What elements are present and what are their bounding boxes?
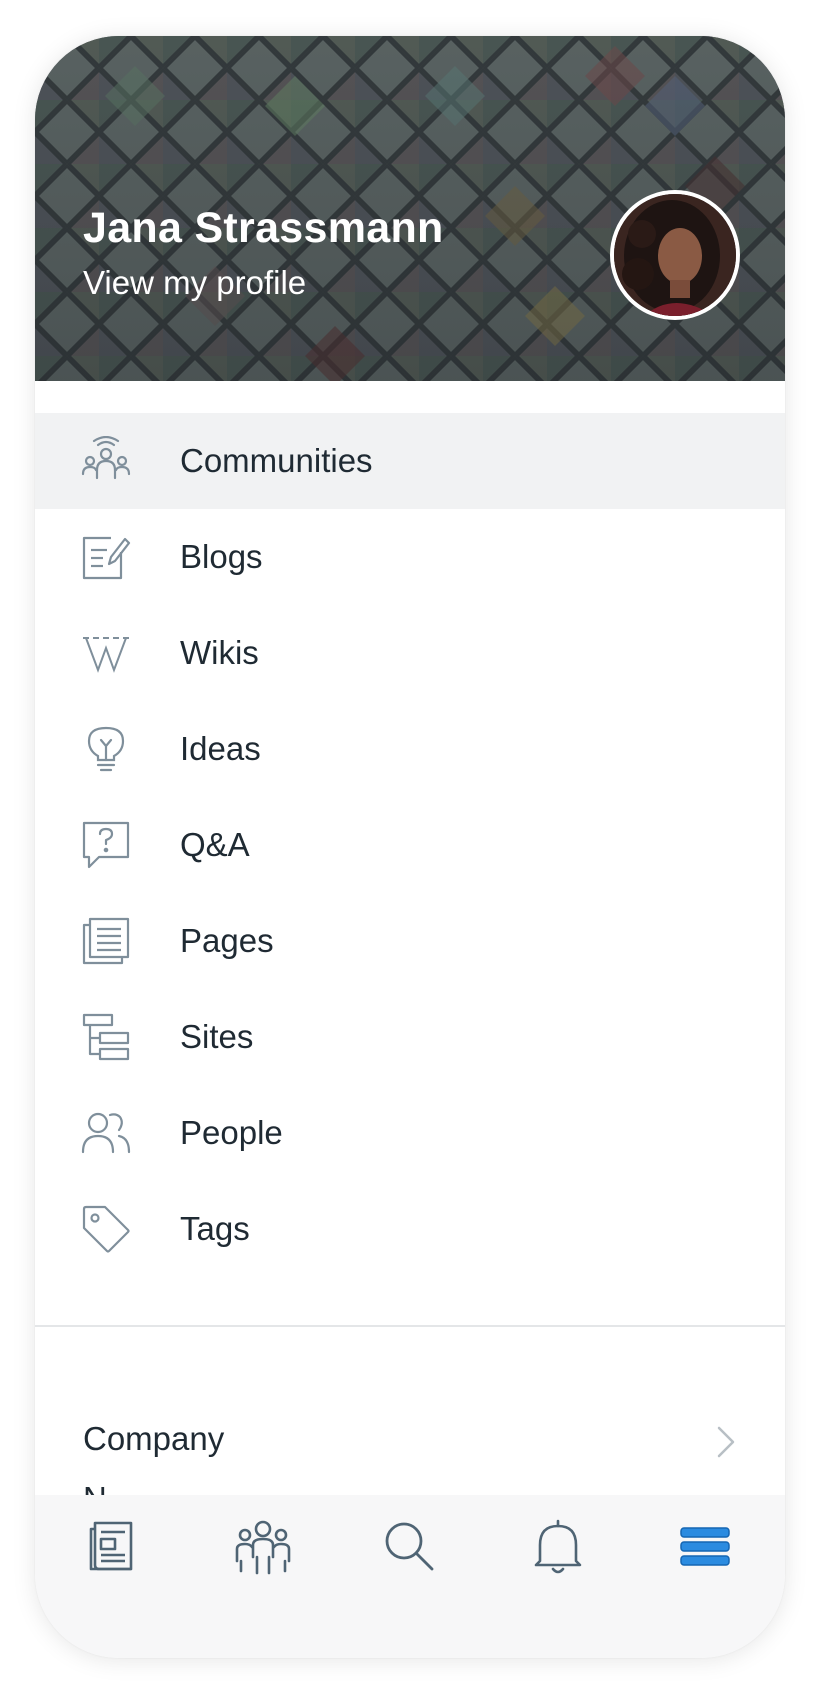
sites-icon <box>82 1013 130 1061</box>
menu-item-wikis[interactable]: Wikis <box>35 605 785 701</box>
chevron-right-icon <box>717 1426 735 1458</box>
groups-icon <box>235 1520 291 1575</box>
blogs-icon <box>82 536 131 580</box>
menu-icon <box>680 1527 730 1566</box>
menu-item-blogs[interactable]: Blogs <box>35 509 785 605</box>
tab-groups[interactable] <box>233 1517 293 1577</box>
ideas-icon <box>87 726 125 772</box>
menu-item-ideas[interactable]: Ideas <box>35 701 785 797</box>
menu-item-label: Sites <box>180 1018 254 1055</box>
menu-item-label: Communities <box>180 442 373 479</box>
menu-item-label: Q&A <box>180 826 250 863</box>
bell-icon <box>534 1519 582 1574</box>
pages-icon <box>82 917 130 965</box>
menu-item-label: Pages <box>180 922 274 959</box>
company-row[interactable]: Company <box>35 1394 785 1490</box>
tab-menu[interactable] <box>675 1517 735 1577</box>
menu-item-label: Tags <box>180 1210 250 1247</box>
people-icon <box>81 1112 131 1154</box>
tab-search[interactable] <box>380 1517 440 1577</box>
search-icon <box>385 1522 434 1571</box>
wikis-icon <box>83 637 129 673</box>
company-label: Company <box>83 1420 225 1457</box>
bottom-tab-bar <box>35 1495 785 1658</box>
menu-item-pages[interactable]: Pages <box>35 893 785 989</box>
menu-item-label: Blogs <box>180 538 263 575</box>
section-divider <box>35 1325 785 1327</box>
tab-news[interactable] <box>85 1517 145 1577</box>
app-screen: Jana Strassmann View my profile Communit… <box>35 36 785 1658</box>
profile-header[interactable]: Jana Strassmann View my profile <box>35 36 785 381</box>
menu-item-people[interactable]: People <box>35 1085 785 1181</box>
view-profile-link[interactable]: View my profile <box>83 264 306 302</box>
communities-icon <box>81 436 131 480</box>
navigation-menu: Communities Blogs Wikis Ideas Q&A Pages … <box>35 413 785 1277</box>
menu-item-tags[interactable]: Tags <box>35 1181 785 1277</box>
tab-notifications[interactable] <box>528 1517 588 1577</box>
menu-item-label: Ideas <box>180 730 261 767</box>
menu-item-label: Wikis <box>180 634 259 671</box>
menu-item-qa[interactable]: Q&A <box>35 797 785 893</box>
menu-item-sites[interactable]: Sites <box>35 989 785 1085</box>
user-name: Jana Strassmann <box>83 204 444 252</box>
menu-item-communities[interactable]: Communities <box>35 413 785 509</box>
menu-item-label: People <box>180 1114 283 1151</box>
avatar-image <box>614 194 736 316</box>
avatar[interactable] <box>610 190 740 320</box>
qa-icon <box>82 821 130 869</box>
news-icon <box>89 1521 133 1571</box>
tags-icon <box>82 1205 130 1253</box>
